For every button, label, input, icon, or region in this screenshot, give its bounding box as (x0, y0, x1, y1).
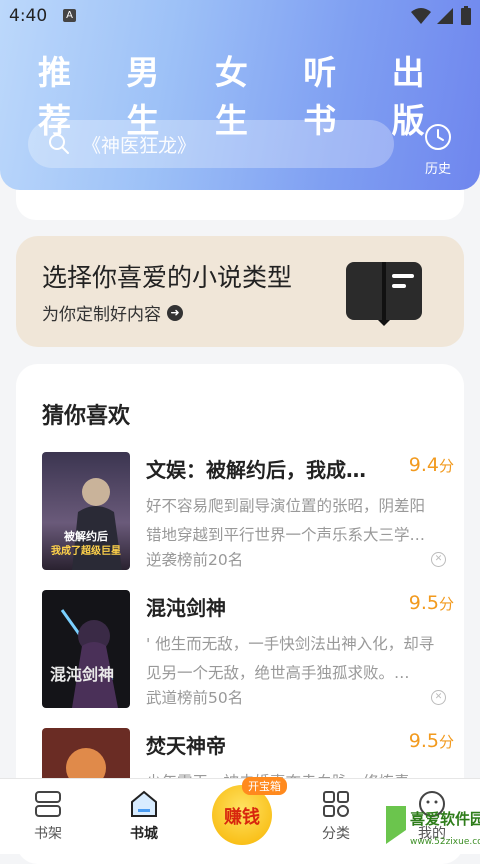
book-title: 焚天神帝 (146, 734, 226, 758)
svg-text:混沌剑神: 混沌剑神 (50, 665, 114, 684)
nav-bookshelf-label: 书架 (34, 826, 62, 842)
book-description: 好不容易爬到副导演位置的张昭，阴差阳错地穿越到平行世界一个声乐系大三学… (146, 497, 426, 544)
book-cover: 被解约后 我成了超级巨星 (42, 452, 130, 570)
book-icon (346, 262, 422, 326)
book-score: 9.5分 (409, 730, 454, 752)
category-icon (323, 791, 349, 817)
clock-icon (425, 124, 451, 150)
nav-category-label: 分类 (322, 826, 350, 842)
wifi-icon (411, 8, 431, 24)
battery-icon (461, 6, 471, 25)
nav-bookshelf[interactable]: 书架 (18, 789, 78, 843)
book-item[interactable]: 被解约后 我成了超级巨星 文娱：被解约后，我成… 9.4分 好不容易爬到副导演位… (42, 452, 454, 572)
treasure-badge: 开宝箱 (242, 777, 287, 795)
nav-bookstore[interactable]: 书城 (114, 789, 174, 843)
signal-icon (437, 8, 453, 24)
dismiss-icon[interactable]: ✕ (431, 690, 446, 705)
score-value: 9.5 (408, 730, 439, 752)
dismiss-icon[interactable]: ✕ (431, 552, 446, 567)
banner-subtitle: 为你定制好内容 ➜ (42, 300, 183, 325)
home-icon (131, 790, 157, 817)
score-value: 9.5 (408, 592, 439, 614)
banner-title: 选择你喜爱的小说类型 (42, 263, 293, 292)
book-score: 9.5分 (409, 592, 454, 614)
search-icon (49, 134, 69, 154)
svg-text:www.52zixue.com: www.52zixue.com (410, 837, 480, 847)
svg-text:被解约后: 被解约后 (64, 529, 108, 543)
header: 4:40 A 推荐 男生 女生 听书 出版 《神医狂龙》 历史 (0, 0, 480, 190)
history-button[interactable]: 历史 (420, 122, 456, 177)
notification-icon: A (63, 9, 76, 22)
status-time: 4:40 (9, 6, 48, 26)
score-value: 9.4 (408, 454, 439, 476)
book-rank: 武道榜前50名 (146, 689, 244, 707)
nav-category[interactable]: 分类 (306, 789, 366, 843)
search-bar[interactable]: 《神医狂龙》 (28, 120, 394, 168)
svg-text:我成了超级巨星: 我成了超级巨星 (51, 544, 121, 557)
nav-bookstore-label: 书城 (130, 826, 158, 842)
bookshelf-icon (35, 791, 61, 817)
earn-button[interactable]: 开宝箱 赚钱 (212, 777, 287, 845)
svg-text:喜爱软件园: 喜爱软件园 (410, 810, 480, 828)
genre-banner[interactable]: 选择你喜爱的小说类型 为你定制好内容 ➜ (16, 236, 464, 347)
score-unit: 分 (438, 457, 454, 475)
search-placeholder: 《神医狂龙》 (82, 134, 197, 157)
history-label: 历史 (424, 162, 451, 177)
status-bar: 4:40 A (0, 0, 480, 32)
book-description: ' 他生而无敌，一手快剑法出神入化，却寻见另一个无敌，绝世高手独孤求败。… (146, 635, 435, 682)
book-rank: 逆袭榜前20名 (146, 551, 244, 569)
score-unit: 分 (438, 733, 454, 751)
watermark-logo: 喜爱软件园 www.52zixue.com (386, 806, 480, 847)
book-item[interactable]: 混沌剑神 混沌剑神 9.5分 ' 他生而无敌，一手快剑法出神入化，却寻见另一个无… (42, 590, 454, 710)
arrow-right-icon: ➜ (167, 304, 183, 321)
banner-subtitle-text: 为你定制好内容 (42, 305, 161, 325)
section-title: 猜你喜欢 (42, 404, 131, 429)
book-cover: 混沌剑神 (42, 590, 130, 708)
book-score: 9.4分 (409, 454, 454, 476)
score-unit: 分 (438, 595, 454, 613)
previous-card-edge (16, 190, 464, 220)
earn-label: 赚钱 (224, 807, 260, 828)
book-title: 文娱：被解约后，我成… (146, 458, 366, 482)
book-title: 混沌剑神 (146, 596, 226, 620)
